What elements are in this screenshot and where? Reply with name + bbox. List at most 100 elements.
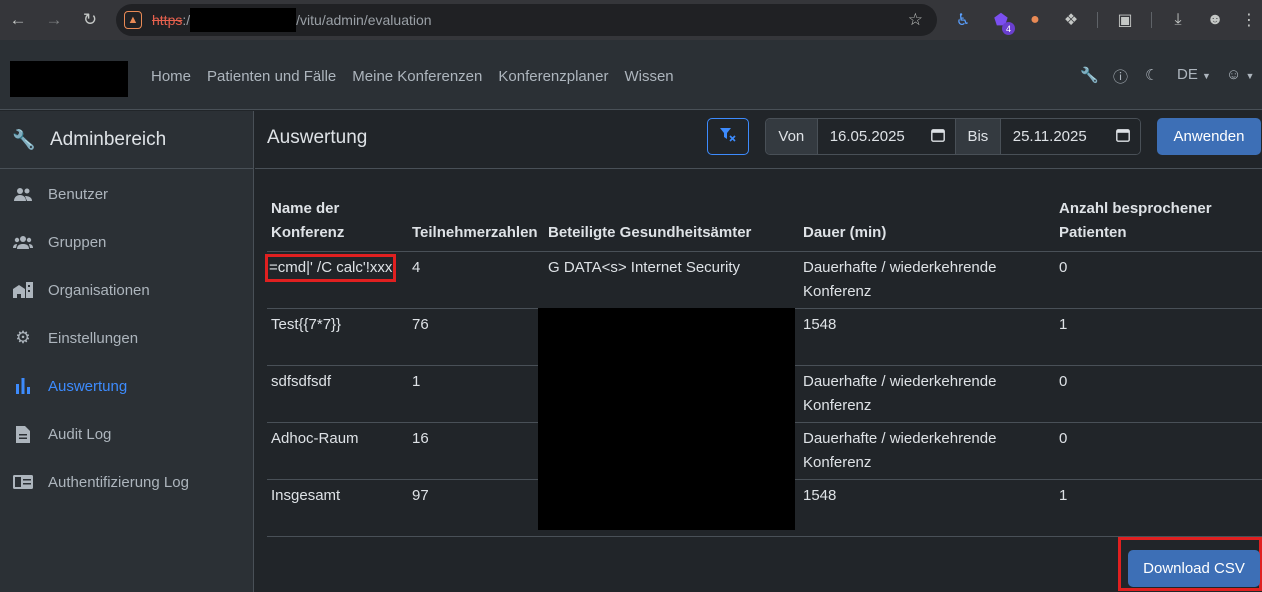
download-csv-button[interactable]: Download CSV	[1128, 550, 1260, 587]
app-navbar: Home Patienten und Fälle Meine Konferenz…	[0, 40, 1262, 110]
sidebar-item-label: Audit Log	[48, 425, 112, 443]
table-cell: =cmd|' /C calc'!xxx	[264, 251, 408, 309]
reload-icon[interactable]: ↻	[72, 0, 108, 40]
sidebar-item-label: Einstellungen	[48, 329, 139, 347]
cookie-extension-icon[interactable]: ●	[1023, 8, 1047, 32]
language-label: DE	[1177, 66, 1198, 83]
dark-mode-moon-icon[interactable]: ☾	[1145, 66, 1158, 84]
from-date-input[interactable]: 16.05.2025	[817, 119, 956, 154]
main-nav: Home Patienten und Fälle Meine Konferenz…	[151, 68, 690, 85]
toolbar-divider	[1097, 12, 1098, 28]
table-cell: Dauerhafte / wiederkehrende Konferenz	[799, 422, 1055, 480]
info-icon[interactable]: ⓘ	[1113, 66, 1128, 87]
accessibility-extension-icon[interactable]: ♿	[951, 8, 975, 32]
sidebar-item-groups[interactable]: Gruppen	[0, 218, 253, 266]
extension-icon[interactable]: ⬟ 4	[989, 8, 1015, 35]
language-dropdown[interactable]: DE ▼	[1177, 66, 1211, 83]
sidebar-title: Adminbereich	[50, 128, 167, 150]
column-header-health-offices[interactable]: Beteiligte Gesundheitsämter	[544, 193, 799, 252]
nav-knowledge[interactable]: Wissen	[624, 68, 673, 85]
apply-button[interactable]: Anwenden	[1157, 118, 1261, 155]
logo-redacted	[10, 61, 128, 97]
bookmark-star-icon[interactable]: ☆	[908, 10, 923, 30]
table-cell: 0	[1055, 422, 1262, 480]
content-header: Auswertung Von 16.05.2025 Bis 25.11.2025…	[255, 111, 1262, 169]
sidebar-item-audit-log[interactable]: Audit Log	[0, 410, 253, 458]
table-cell: 4	[408, 251, 544, 309]
table-cell: 76	[408, 308, 544, 366]
url-path: /vitu/admin/evaluation	[296, 12, 432, 28]
menu-kebab-icon[interactable]: ⋮	[1237, 8, 1261, 32]
calendar-icon[interactable]	[1116, 128, 1130, 145]
sidebar-header: 🔧 Adminbereich	[0, 111, 253, 169]
url-scheme: https	[152, 12, 183, 28]
table-cell: 97	[408, 479, 544, 537]
table-cell: sdfsdfsdf	[267, 365, 408, 423]
sidebar-item-label: Authentifizierung Log	[48, 473, 189, 491]
sidebar-item-label: Auswertung	[48, 377, 128, 395]
sidebar-item-label: Organisationen	[48, 281, 150, 299]
caret-down-icon: ▼	[1202, 71, 1211, 81]
extensions-puzzle-icon[interactable]: ❖	[1059, 8, 1083, 32]
from-date-value: 16.05.2025	[829, 128, 905, 145]
column-header-duration[interactable]: Dauer (min)	[799, 193, 1055, 252]
table-cell: 0	[1055, 251, 1262, 309]
user-menu-dropdown[interactable]: ☺ ▼	[1226, 66, 1254, 83]
buildings-icon	[12, 282, 34, 298]
main-content: Auswertung Von 16.05.2025 Bis 25.11.2025…	[255, 111, 1262, 592]
nav-conference-planner[interactable]: Konferenzplaner	[498, 68, 608, 85]
sidebar-item-users[interactable]: Benutzer	[0, 170, 253, 218]
nav-home[interactable]: Home	[151, 68, 191, 85]
sidebar-item-auth-log[interactable]: Authentifizierung Log	[0, 458, 253, 506]
page-title: Auswertung	[267, 127, 368, 148]
filter-clear-icon	[720, 128, 736, 145]
gear-icon: ⚙	[15, 328, 31, 347]
download-highlight-frame: Download CSV	[1118, 537, 1262, 591]
column-header-patients-count[interactable]: Anzahl besprochener Patienten	[1055, 193, 1262, 252]
document-icon	[12, 425, 34, 443]
wrench-icon: 🔧	[12, 129, 36, 151]
column-header-conference-name[interactable]: Name der Konferenz	[267, 193, 408, 252]
address-bar[interactable]: ▲ https :/ /vitu/admin/evaluation ☆	[116, 4, 937, 36]
download-icon[interactable]: ⤓	[1166, 8, 1190, 32]
table-cell: 1548	[799, 479, 1055, 537]
sidebar-item-organizations[interactable]: Organisationen	[0, 266, 253, 314]
caret-down-icon: ▼	[1245, 71, 1255, 81]
calendar-icon[interactable]	[931, 128, 945, 145]
column-header-participants[interactable]: Teilnehmerzahlen	[408, 193, 544, 252]
site-info-icon[interactable]: ▲	[124, 11, 142, 29]
clear-filter-button[interactable]	[707, 118, 749, 155]
table-cell: Dauerhafte / wiederkehrende Konferenz	[799, 365, 1055, 423]
user-icon: ☺	[1226, 66, 1242, 83]
table-cell: Test{{7*7}}	[267, 308, 408, 366]
forward-icon[interactable]: →	[36, 0, 72, 40]
nav-patients[interactable]: Patienten und Fälle	[207, 68, 336, 85]
back-icon[interactable]: ←	[0, 0, 36, 40]
admin-sidebar: 🔧 Adminbereich Benutzer Gruppen Organisa…	[0, 111, 254, 592]
highlighted-cell-text: =cmd|' /C calc'!xxx	[264, 254, 397, 282]
admin-wrench-icon[interactable]: 🔧	[1080, 66, 1099, 84]
table-row: =cmd|' /C calc'!xxx 4 G DATA<s> Internet…	[264, 251, 1262, 309]
search-tab-icon[interactable]: ▣	[1113, 8, 1137, 32]
nav-my-conferences[interactable]: Meine Konferenzen	[352, 68, 482, 85]
bar-chart-icon	[12, 378, 34, 394]
toolbar-divider	[1151, 12, 1152, 28]
sidebar-item-label: Gruppen	[48, 233, 107, 251]
profile-icon[interactable]: ☻	[1203, 8, 1227, 32]
users-icon	[12, 187, 34, 201]
to-date-input[interactable]: 25.11.2025	[1000, 119, 1140, 154]
table-cell: G DATA<s> Internet Security	[544, 251, 799, 309]
table-cell: Adhoc-Raum	[267, 422, 408, 480]
sidebar-item-settings[interactable]: ⚙ Einstellungen	[0, 314, 253, 362]
url-separator: :/	[182, 12, 191, 28]
from-label: Von	[766, 119, 818, 154]
table-cell: 1	[1055, 308, 1262, 366]
to-label: Bis	[955, 119, 1001, 154]
group-icon	[12, 235, 34, 249]
redacted-health-offices	[538, 308, 795, 530]
to-date-value: 25.11.2025	[1012, 128, 1087, 145]
extension-badge: 4	[1002, 22, 1015, 35]
table-cell: Insgesamt	[267, 479, 408, 537]
sidebar-item-label: Benutzer	[48, 185, 109, 203]
sidebar-item-evaluation[interactable]: Auswertung	[0, 362, 253, 410]
